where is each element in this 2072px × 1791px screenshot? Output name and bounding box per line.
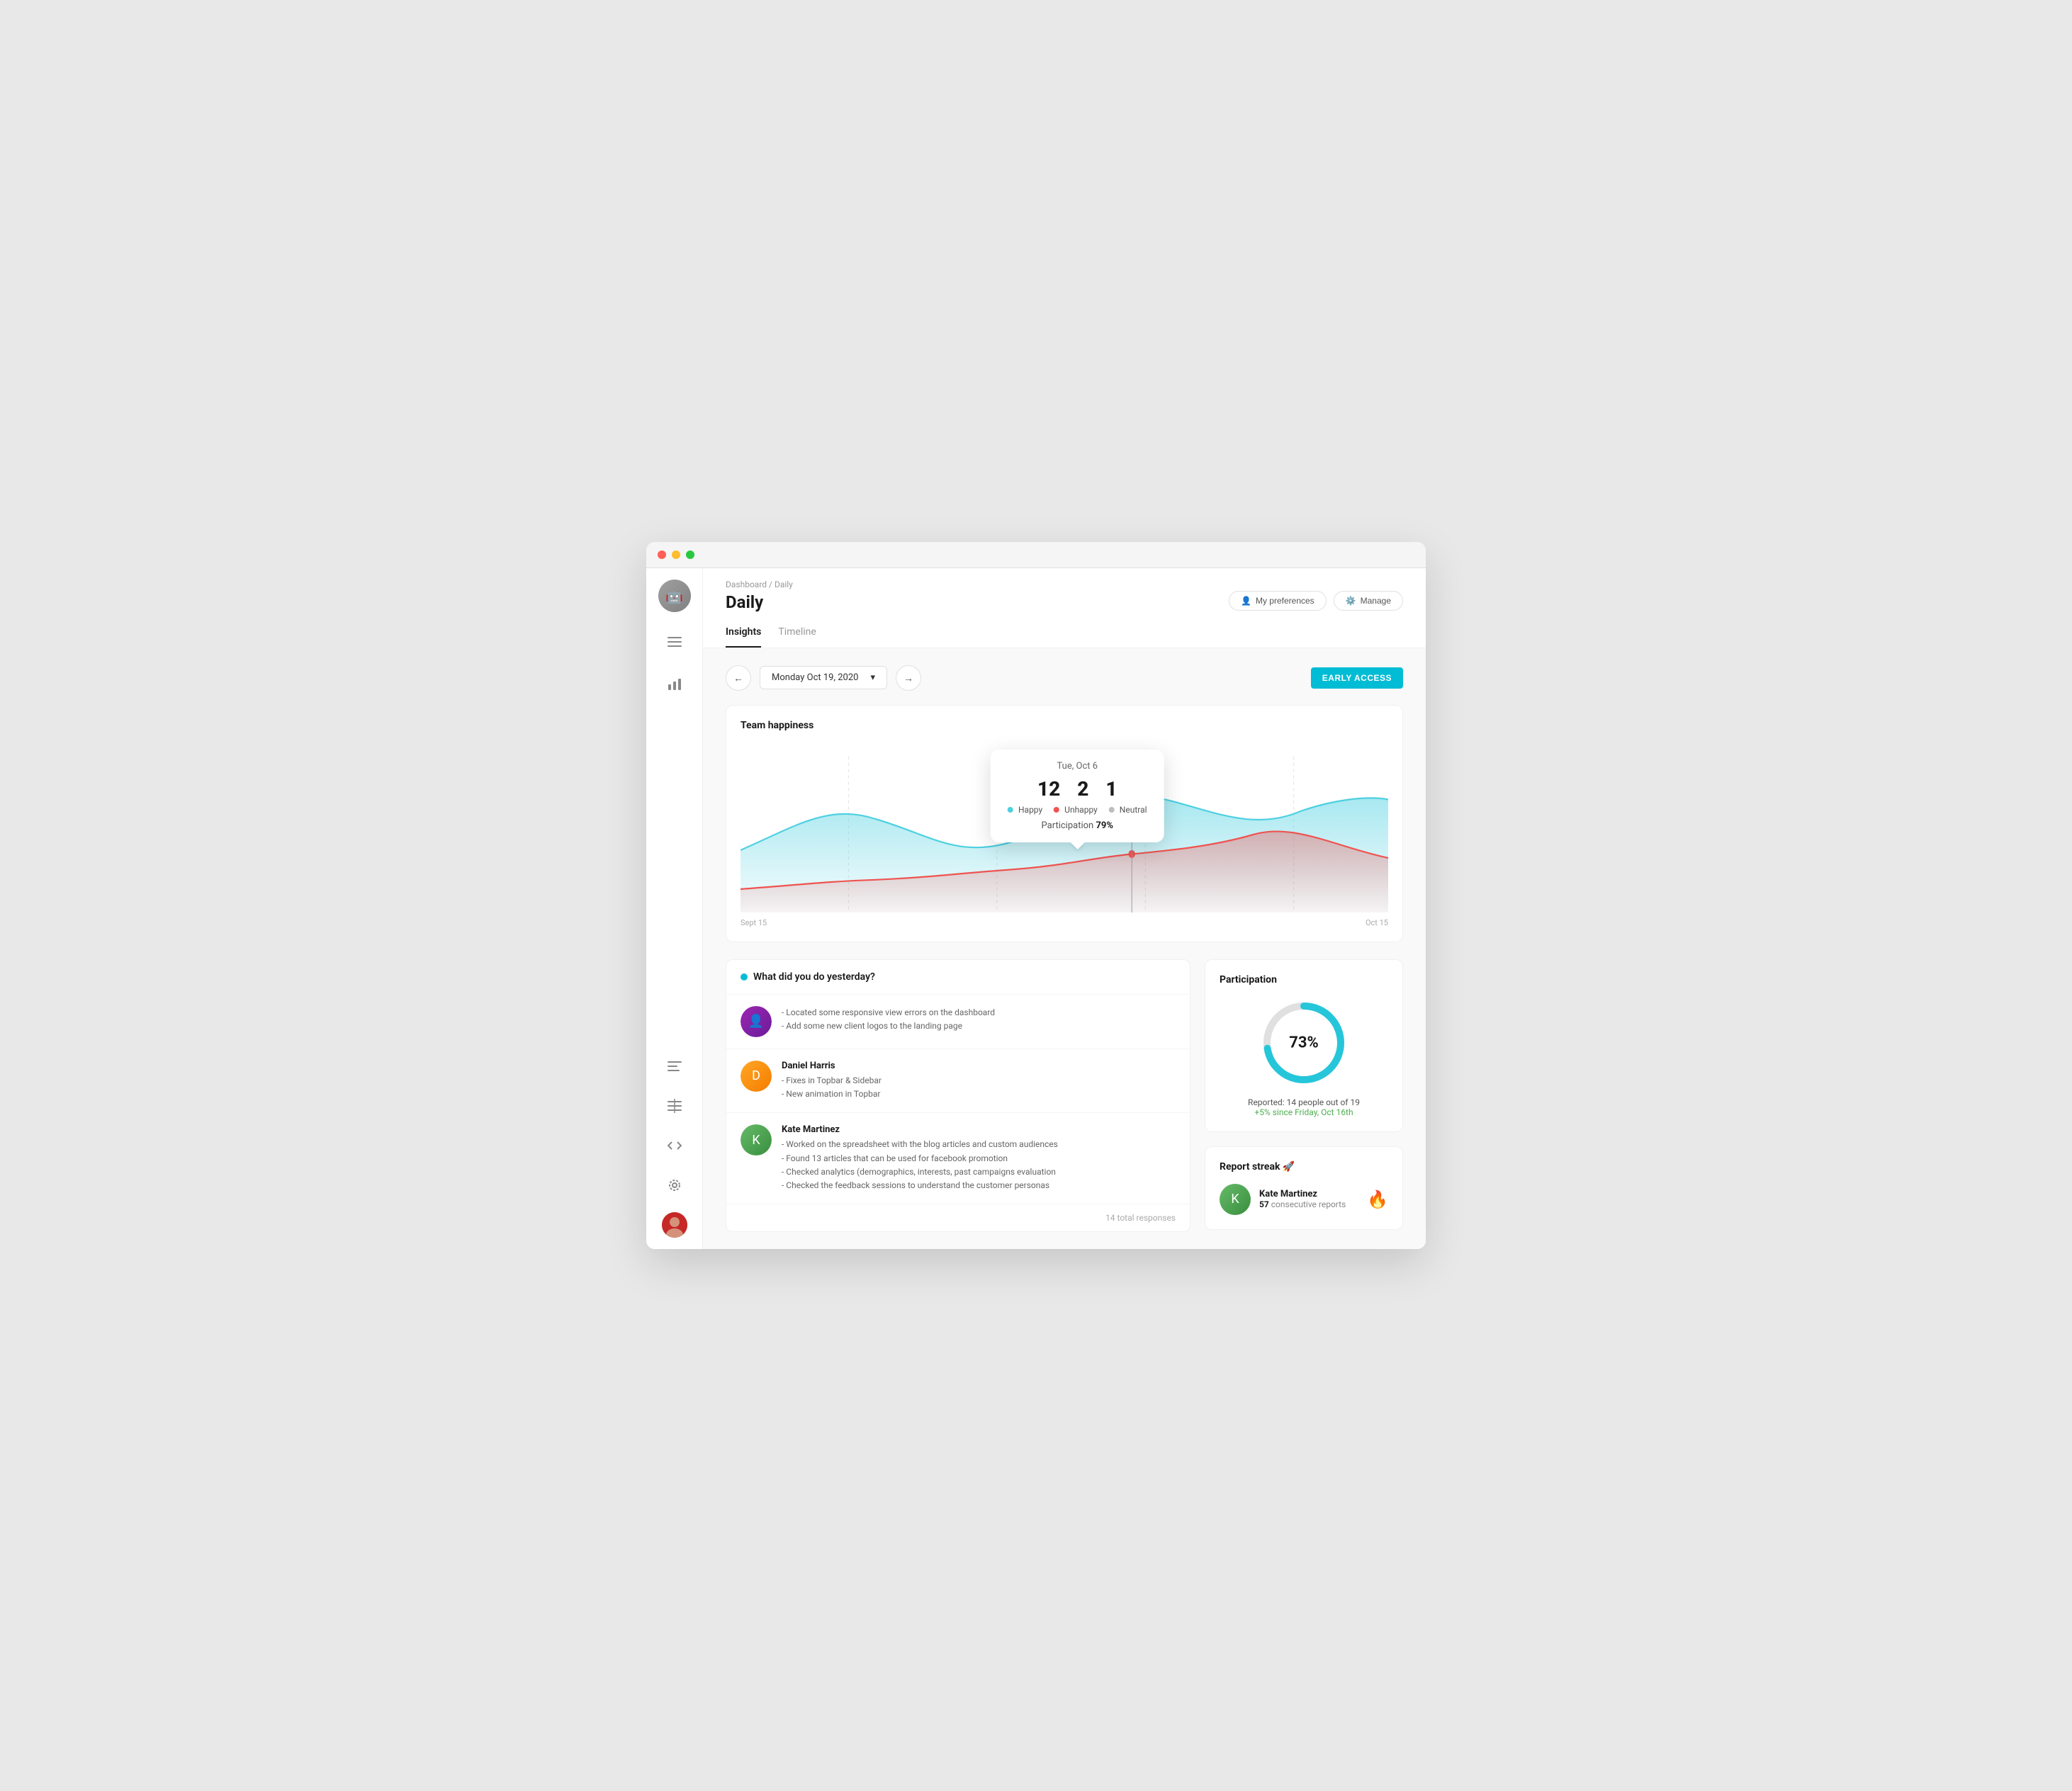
list-item: K Kate Martinez - Worked on the spreadsh… xyxy=(726,1113,1190,1204)
preferences-button[interactable]: 👤 My preferences xyxy=(1229,591,1327,611)
next-date-button[interactable]: → xyxy=(896,665,921,691)
early-access-button[interactable]: EARLY ACCESS xyxy=(1311,667,1403,689)
neutral-legend: Neutral xyxy=(1109,805,1147,815)
donut-chart-wrapper: 73% xyxy=(1220,997,1388,1089)
activity-header: What did you do yesterday? xyxy=(726,960,1190,995)
avatar: D xyxy=(741,1061,772,1092)
tab-insights[interactable]: Insights xyxy=(726,621,761,648)
sidebar-item-analytics[interactable] xyxy=(662,672,687,697)
sidebar-item-menu[interactable] xyxy=(662,629,687,655)
main-content: Dashboard / Daily Daily 👤 My preferences… xyxy=(703,568,1426,1249)
participation-title: Participation xyxy=(1220,974,1388,985)
participation-card: Participation 73% xyxy=(1205,959,1403,1132)
avatar[interactable]: 🤖 xyxy=(658,580,691,612)
happy-count: 12 xyxy=(1037,777,1060,801)
activity-desc: - Worked on the spreadsheet with the blo… xyxy=(782,1138,1176,1192)
streak-item: K Kate Martinez 57 consecutive reports 🔥 xyxy=(1220,1184,1388,1215)
bottom-grid: What did you do yesterday? 👤 - Loca xyxy=(726,959,1403,1232)
participation-percentage: 73% xyxy=(1289,1034,1319,1051)
activity-name: Kate Martinez xyxy=(782,1124,1176,1135)
streak-card: Report streak 🚀 K Kate Martinez 57 conse… xyxy=(1205,1146,1403,1230)
streak-info: Kate Martinez 57 consecutive reports xyxy=(1259,1189,1358,1209)
date-navigation: ← Monday Oct 19, 2020 ▾ → EARLY ACCESS xyxy=(726,665,1403,691)
chart-labels: Sept 15 Oct 15 xyxy=(741,918,1388,927)
minimize-button[interactable] xyxy=(672,550,680,559)
activity-desc: - Fixes in Topbar & Sidebar - New animat… xyxy=(782,1074,1176,1101)
tooltip-participation: Participation 79% xyxy=(1008,820,1147,831)
neutral-dot xyxy=(1109,807,1115,813)
team-happiness-chart: Team happiness Tue, Oct 6 12 2 1 xyxy=(726,705,1403,942)
maximize-button[interactable] xyxy=(686,550,694,559)
unhappy-legend: Unhappy xyxy=(1054,805,1098,815)
chevron-down-icon: ▾ xyxy=(870,672,875,683)
activity-desc: - Located some responsive view errors on… xyxy=(782,1006,1176,1033)
sidebar: 🤖 xyxy=(646,568,703,1249)
activity-card: What did you do yesterday? 👤 - Loca xyxy=(726,959,1190,1232)
avatar: 👤 xyxy=(741,1006,772,1037)
main-header: Dashboard / Daily Daily 👤 My preferences… xyxy=(703,568,1426,648)
activity-title: What did you do yesterday? xyxy=(753,971,875,983)
sidebar-item-settings[interactable] xyxy=(662,1173,687,1198)
unhappy-dot xyxy=(1054,807,1059,813)
prev-date-button[interactable]: ← xyxy=(726,665,751,691)
participation-delta: +5% since Friday, Oct 16th xyxy=(1220,1107,1388,1117)
list-item: 👤 - Located some responsive view errors … xyxy=(726,995,1190,1049)
activity-list[interactable]: 👤 - Located some responsive view errors … xyxy=(726,995,1190,1204)
activity-footer: 14 total responses xyxy=(726,1204,1190,1231)
chart-start-label: Sept 15 xyxy=(741,918,767,927)
sidebar-item-list[interactable] xyxy=(662,1053,687,1079)
page-title: Daily xyxy=(726,592,793,612)
gear-icon: ⚙️ xyxy=(1346,596,1356,606)
person-icon: 👤 xyxy=(1241,596,1251,606)
happy-dot xyxy=(1008,807,1013,813)
activity-text: - Located some responsive view errors on… xyxy=(782,1006,1176,1037)
chart-end-label: Oct 15 xyxy=(1366,918,1388,927)
happy-legend: Happy xyxy=(1008,805,1042,815)
activity-text: Kate Martinez - Worked on the spreadshee… xyxy=(782,1124,1176,1192)
close-button[interactable] xyxy=(658,550,666,559)
tooltip-date: Tue, Oct 6 xyxy=(1008,761,1147,772)
user-avatar[interactable] xyxy=(662,1212,687,1238)
list-item: D Daniel Harris - Fixes in Topbar & Side… xyxy=(726,1049,1190,1113)
streak-count: 57 consecutive reports xyxy=(1259,1199,1358,1209)
unhappy-count: 2 xyxy=(1077,777,1088,801)
streak-title: Report streak 🚀 xyxy=(1220,1161,1388,1173)
donut-center: 73% xyxy=(1289,1034,1319,1051)
chart-title: Team happiness xyxy=(741,720,1388,731)
sidebar-item-code[interactable] xyxy=(662,1133,687,1158)
date-selector[interactable]: Monday Oct 19, 2020 ▾ xyxy=(760,666,887,689)
fire-icon: 🔥 xyxy=(1367,1190,1388,1209)
tab-timeline[interactable]: Timeline xyxy=(778,621,816,648)
donut-chart: 73% xyxy=(1258,997,1350,1089)
tabs: Insights Timeline xyxy=(726,621,1403,648)
activity-text: Daniel Harris - Fixes in Topbar & Sideba… xyxy=(782,1061,1176,1101)
streak-person-name: Kate Martinez xyxy=(1259,1189,1358,1199)
tooltip-numbers: 12 2 1 xyxy=(1008,777,1147,801)
activity-dot xyxy=(741,973,748,981)
main-body: ← Monday Oct 19, 2020 ▾ → EARLY ACCESS T… xyxy=(703,648,1426,1249)
titlebar xyxy=(646,542,1426,568)
neutral-count: 1 xyxy=(1105,777,1117,801)
app-window: 🤖 xyxy=(646,542,1426,1249)
manage-button[interactable]: ⚙️ Manage xyxy=(1334,591,1403,611)
tooltip-arrow xyxy=(1070,842,1084,849)
avatar: K xyxy=(741,1124,772,1156)
activity-name: Daniel Harris xyxy=(782,1061,1176,1071)
participation-reported: Reported: 14 people out of 19 xyxy=(1220,1097,1388,1107)
right-column: Participation 73% xyxy=(1205,959,1403,1232)
chart-tooltip: Tue, Oct 6 12 2 1 Happy xyxy=(991,750,1164,842)
breadcrumb: Dashboard / Daily xyxy=(726,580,793,589)
sidebar-item-split[interactable] xyxy=(662,1093,687,1119)
tooltip-legends: Happy Unhappy Neutral xyxy=(1008,805,1147,815)
